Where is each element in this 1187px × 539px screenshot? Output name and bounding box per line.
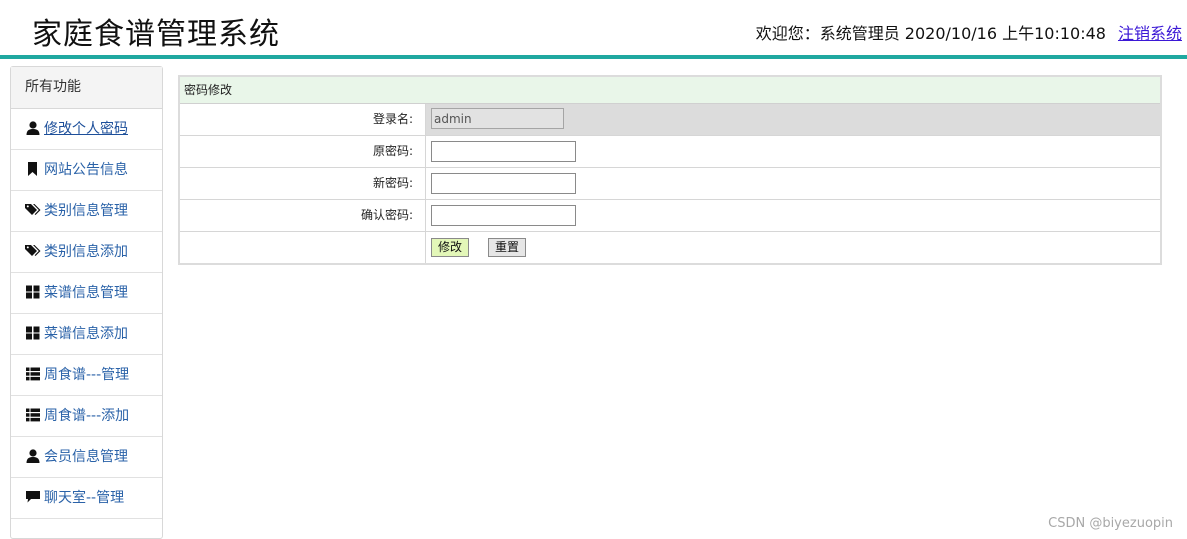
sidebar-heading: 所有功能 — [11, 67, 162, 109]
sidebar: 所有功能 修改个人密码 网站公告信息 类别信息管理 类别信息添加 菜谱信息管理 … — [10, 66, 163, 539]
user-icon — [26, 121, 40, 135]
sidebar-item-chat-manage[interactable]: 聊天室--管理 — [11, 478, 162, 519]
site-title: 家庭食谱管理系统 — [32, 17, 280, 52]
sidebar-item-label: 聊天室--管理 — [44, 490, 125, 506]
sidebar-item-weekly-add[interactable]: 周食谱---添加 — [11, 396, 162, 437]
login-name-label: 登录名: — [180, 104, 426, 135]
old-password-row: 原密码: — [180, 136, 1160, 168]
sidebar-item-announcements[interactable]: 网站公告信息 — [11, 150, 162, 191]
login-name-cell — [426, 104, 1160, 135]
button-row-label — [180, 232, 426, 263]
confirm-password-field[interactable] — [431, 205, 576, 226]
login-name-row: 登录名: — [180, 104, 1160, 136]
list-icon — [26, 367, 40, 381]
sidebar-item-category-add[interactable]: 类别信息添加 — [11, 232, 162, 273]
sidebar-item-member-manage[interactable]: 会员信息管理 — [11, 437, 162, 478]
comment-icon — [26, 491, 40, 503]
user-icon — [26, 449, 40, 463]
login-name-field[interactable] — [431, 108, 564, 129]
sidebar-item-label: 类别信息添加 — [44, 244, 128, 260]
sidebar-item-recipe-manage[interactable]: 菜谱信息管理 — [11, 273, 162, 314]
sidebar-item-recipe-add[interactable]: 菜谱信息添加 — [11, 314, 162, 355]
watermark: CSDN @biyezuopin — [1048, 516, 1173, 531]
old-password-cell — [426, 136, 1160, 167]
grid-icon — [26, 326, 40, 340]
button-cell: 修改 重置 — [426, 232, 1160, 263]
sidebar-item-label: 菜谱信息添加 — [44, 326, 128, 342]
logout-link[interactable]: 注销系统 — [1118, 24, 1182, 43]
reset-button[interactable]: 重置 — [488, 238, 527, 257]
tags-icon — [25, 245, 41, 256]
old-password-label: 原密码: — [180, 136, 426, 167]
grid-icon — [26, 285, 40, 299]
header: 家庭食谱管理系统 欢迎您：系统管理员 2020/10/16 上午10:10:48… — [0, 0, 1187, 59]
tags-icon — [25, 204, 41, 215]
confirm-password-row: 确认密码: — [180, 200, 1160, 232]
sidebar-item-change-password[interactable]: 修改个人密码 — [11, 109, 162, 150]
confirm-password-label: 确认密码: — [180, 200, 426, 231]
sidebar-item-label: 周食谱---添加 — [44, 408, 130, 424]
button-row: 修改 重置 — [180, 232, 1160, 263]
new-password-row: 新密码: — [180, 168, 1160, 200]
sidebar-item-label: 网站公告信息 — [44, 162, 128, 178]
sidebar-item-category-manage[interactable]: 类别信息管理 — [11, 191, 162, 232]
new-password-field[interactable] — [431, 173, 576, 194]
password-form-panel: 密码修改 登录名: 原密码: 新密码: 确认密码: 修改 重置 — [178, 75, 1162, 265]
panel-title: 密码修改 — [180, 77, 1160, 104]
sidebar-item-weekly-manage[interactable]: 周食谱---管理 — [11, 355, 162, 396]
new-password-cell — [426, 168, 1160, 199]
old-password-field[interactable] — [431, 141, 576, 162]
sidebar-item-label: 修改个人密码 — [44, 121, 128, 137]
welcome-bar: 欢迎您：系统管理员 2020/10/16 上午10:10:48 注销系统 — [756, 20, 1182, 44]
bookmark-icon — [28, 162, 37, 176]
welcome-text: 欢迎您：系统管理员 2020/10/16 上午10:10:48 — [755, 24, 1106, 43]
list-icon — [26, 408, 40, 422]
sidebar-item-label: 会员信息管理 — [44, 449, 128, 465]
sidebar-item-label: 菜谱信息管理 — [44, 285, 128, 301]
sidebar-item-label: 周食谱---管理 — [44, 367, 130, 383]
new-password-label: 新密码: — [180, 168, 426, 199]
sidebar-item-label: 类别信息管理 — [44, 203, 128, 219]
submit-button[interactable]: 修改 — [431, 238, 470, 257]
confirm-password-cell — [426, 200, 1160, 231]
